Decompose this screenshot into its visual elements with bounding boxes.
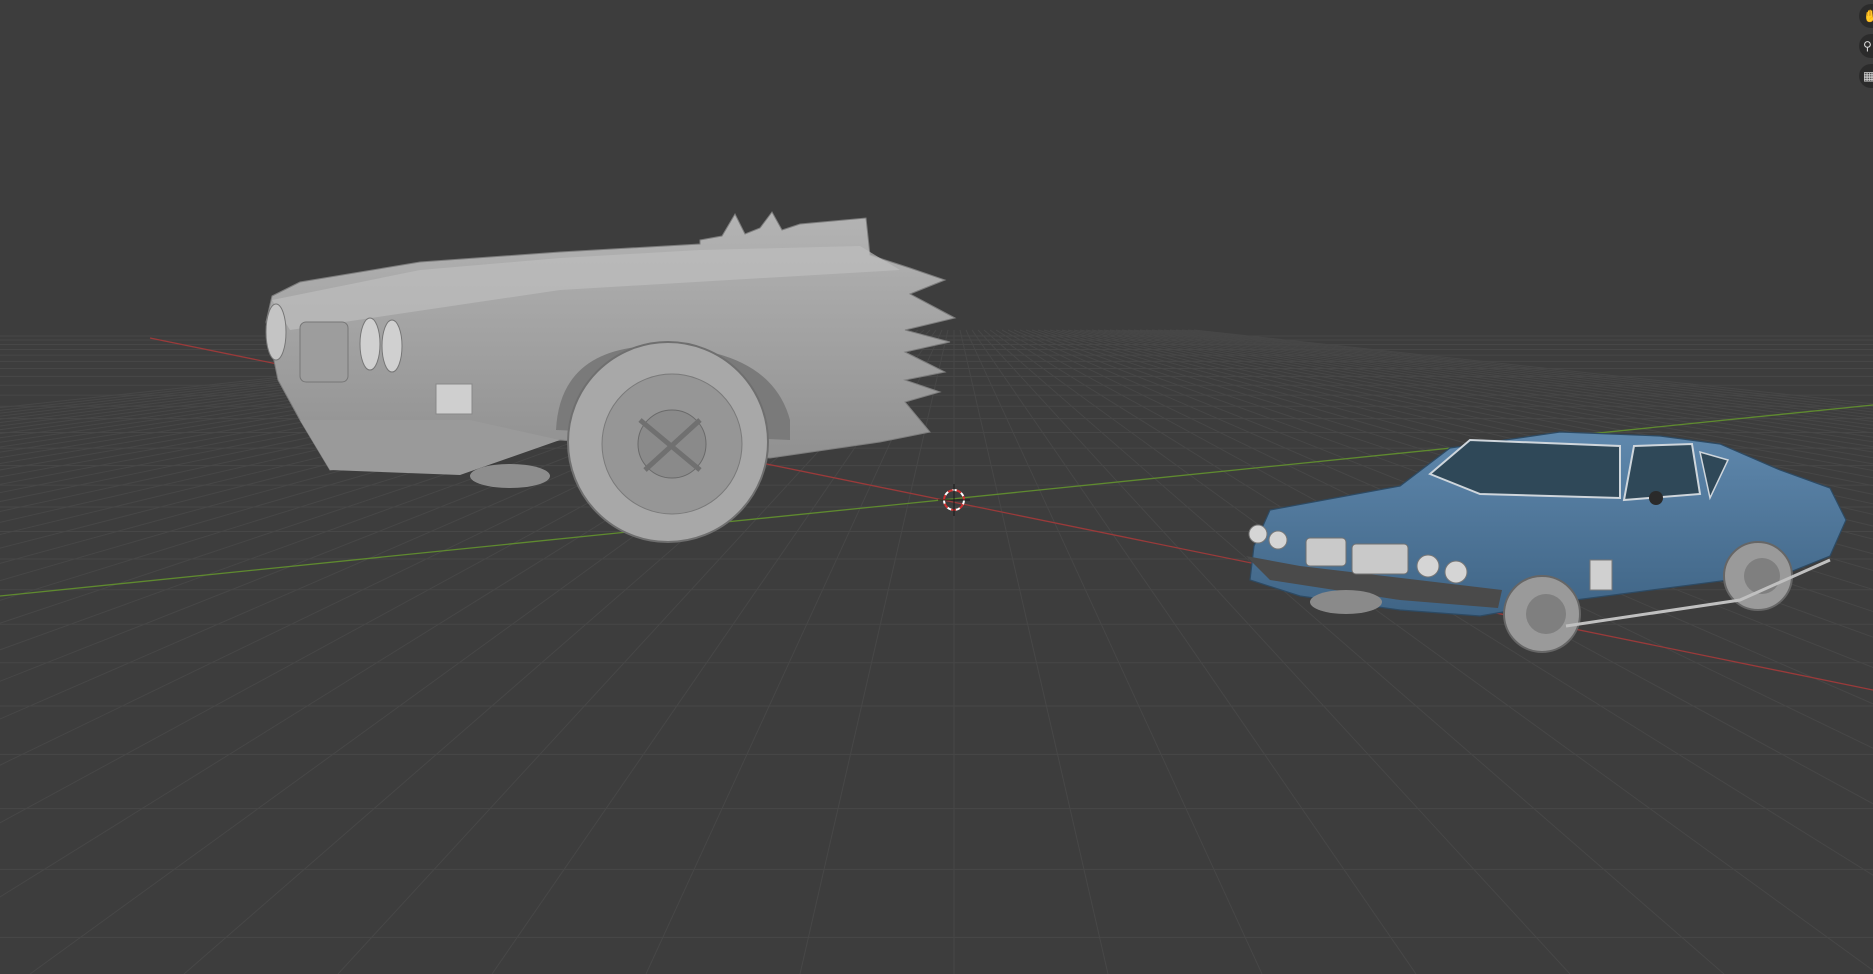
viewport-canvas[interactable]	[0, 0, 1873, 974]
3d-viewport[interactable]: ✋ ⚲ ▦	[0, 0, 1873, 974]
camera-view-icon[interactable]: ⚲	[1859, 34, 1873, 58]
perspective-grid-icon[interactable]: ▦	[1859, 64, 1873, 88]
camera-view-glyph: ⚲	[1863, 39, 1872, 53]
navigation-gizmos: ✋ ⚲ ▦	[1859, 0, 1873, 88]
pan-hand-glyph: ✋	[1863, 9, 1873, 23]
perspective-grid-glyph: ▦	[1863, 69, 1873, 83]
pan-hand-icon[interactable]: ✋	[1859, 4, 1873, 28]
